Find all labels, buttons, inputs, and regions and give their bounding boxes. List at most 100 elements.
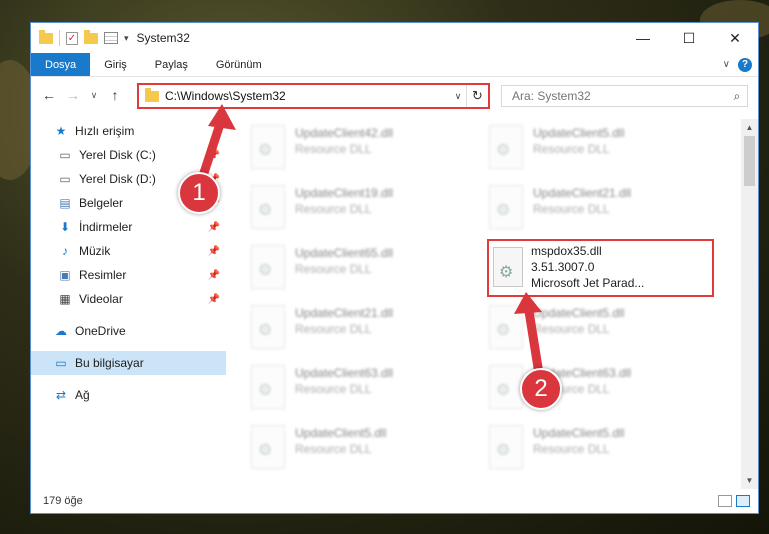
folder-icon xyxy=(39,29,53,44)
window-title: System32 xyxy=(136,31,190,45)
dll-file-icon: ⚙ xyxy=(489,125,523,169)
sidebar-item-quick-access[interactable]: ★ Hızlı erişim xyxy=(31,119,226,143)
vertical-scrollbar[interactable]: ▲ ▼ xyxy=(741,119,758,489)
file-description: Resource DLL xyxy=(295,442,372,456)
recent-locations-button[interactable]: ∨ xyxy=(87,90,101,101)
search-box[interactable]: ⌕ xyxy=(501,85,748,107)
details-view-icon[interactable] xyxy=(718,495,732,507)
dll-file-icon: ⚙ xyxy=(489,305,523,349)
tab-view[interactable]: Görünüm xyxy=(202,53,276,76)
file-description: Resource DLL xyxy=(295,322,372,336)
sidebar-item-label: İndirmeler xyxy=(79,220,133,234)
file-description: Resource DLL xyxy=(295,262,372,276)
address-dropdown-icon[interactable]: ∨ xyxy=(450,91,466,102)
pin-icon[interactable]: 📌 xyxy=(208,246,220,257)
file-name: UpdateClient5.dll xyxy=(295,426,387,440)
expand-ribbon-icon[interactable]: ∨ xyxy=(723,59,730,70)
file-version: 3.51.3007.0 xyxy=(531,260,595,274)
divider xyxy=(59,30,60,46)
file-name: UpdateClient5.dll xyxy=(533,126,625,140)
callout-badge-1: 1 xyxy=(178,172,220,214)
sidebar-item-videos[interactable]: ▦ Videolar 📌 xyxy=(31,287,226,311)
cloud-icon: ☁ xyxy=(55,324,67,338)
list-item[interactable]: ⚙ UpdateClient65.dll Resource DLL xyxy=(229,241,459,297)
file-description: Resource DLL xyxy=(533,202,610,216)
scroll-thumb[interactable] xyxy=(744,136,755,186)
item-count: 179 öğe xyxy=(43,495,83,507)
sidebar-item-label: Belgeler xyxy=(79,196,124,210)
sidebar-item-downloads[interactable]: ⬇ İndirmeler 📌 xyxy=(31,215,226,239)
tab-file[interactable]: Dosya xyxy=(31,53,91,76)
file-description: Resource DLL xyxy=(533,322,610,336)
dll-file-icon: ⚙ xyxy=(251,305,285,349)
list-item[interactable]: ⚙ UpdateClient42.dll Resource DLL xyxy=(229,121,459,177)
file-description: Resource DLL xyxy=(533,442,610,456)
list-item[interactable]: ⚙ UpdateClient63.dll Resource DLL xyxy=(229,361,459,417)
new-folder-icon[interactable] xyxy=(84,29,98,44)
title-bar: ✓ ▾ System32 — ☐ ✕ xyxy=(31,23,758,53)
tiles-view-icon[interactable] xyxy=(736,495,750,507)
properties-check-icon[interactable]: ✓ xyxy=(66,31,78,45)
back-button[interactable]: ← xyxy=(39,87,59,103)
ribbon-tabs: Dosya Giriş Paylaş Görünüm ∨ ? xyxy=(31,53,758,77)
list-item[interactable]: ⚙ UpdateClient5.dll Resource DLL xyxy=(467,121,697,177)
list-item[interactable]: ⚙ UpdateClient21.dll Resource DLL xyxy=(229,301,459,357)
list-item[interactable]: ⚙ UpdateClient63.dll Resource DLL xyxy=(467,361,697,417)
list-item[interactable]: ⚙ UpdateClient19.dll Resource DLL xyxy=(229,181,459,237)
address-bar[interactable]: C:\Windows\System32 ∨ ↻ xyxy=(137,83,490,109)
file-name: UpdateClient5.dll xyxy=(533,306,625,320)
address-path[interactable]: C:\Windows\System32 xyxy=(165,89,450,103)
file-description: Resource DLL xyxy=(295,382,372,396)
file-name: mspdox35.dll xyxy=(531,244,602,258)
list-item[interactable]: ⚙ UpdateClient5.dll Resource DLL xyxy=(229,421,459,477)
properties-icon[interactable] xyxy=(104,32,118,44)
dll-file-icon: ⚙ xyxy=(489,185,523,229)
minimize-button[interactable]: — xyxy=(620,23,666,53)
sidebar-item-label: Resimler xyxy=(79,268,127,282)
callout-badge-2: 2 xyxy=(520,368,562,410)
music-icon: ♪ xyxy=(62,244,68,258)
customize-dropdown-icon[interactable]: ▾ xyxy=(124,33,129,44)
folder-icon xyxy=(145,87,159,102)
pin-icon[interactable]: 📌 xyxy=(208,270,220,281)
refresh-icon[interactable]: ↻ xyxy=(466,85,488,107)
help-icon[interactable]: ? xyxy=(738,57,752,72)
file-description: Microsoft Jet Parad... xyxy=(531,276,645,290)
drive-icon: ▭ xyxy=(59,172,71,186)
close-button[interactable]: ✕ xyxy=(712,23,758,53)
sidebar-item-pictures[interactable]: ▣ Resimler 📌 xyxy=(31,263,226,287)
tab-home[interactable]: Giriş xyxy=(90,53,141,76)
file-name: UpdateClient5.dll xyxy=(533,426,625,440)
dll-file-icon: ⚙ xyxy=(251,365,285,409)
document-icon: ▤ xyxy=(59,196,71,210)
scroll-up-icon[interactable]: ▲ xyxy=(741,119,758,136)
pin-icon[interactable]: 📌 xyxy=(208,150,220,161)
file-description: Resource DLL xyxy=(533,142,610,156)
sidebar-item-music[interactable]: ♪ Müzik 📌 xyxy=(31,239,226,263)
file-name: UpdateClient42.dll xyxy=(295,126,394,140)
file-name: UpdateClient21.dll xyxy=(533,186,632,200)
search-icon[interactable]: ⌕ xyxy=(727,89,747,104)
sidebar-item-this-pc[interactable]: ▭ Bu bilgisayar xyxy=(31,351,226,375)
drive-icon: ▭ xyxy=(59,148,71,162)
file-name: UpdateClient19.dll xyxy=(295,186,394,200)
list-item[interactable]: ⚙ UpdateClient21.dll Resource DLL xyxy=(467,181,697,237)
star-icon: ★ xyxy=(55,124,67,138)
up-button[interactable]: ↑ xyxy=(105,87,125,103)
sidebar-item-network[interactable]: ⇄ Ağ xyxy=(31,383,226,407)
highlighted-file-item[interactable]: ⚙ mspdox35.dll 3.51.3007.0 Microsoft Jet… xyxy=(487,239,714,297)
search-input[interactable] xyxy=(512,89,727,103)
maximize-button[interactable]: ☐ xyxy=(666,23,712,53)
sidebar-item-onedrive[interactable]: ☁ OneDrive xyxy=(31,319,226,343)
list-item[interactable]: ⚙ UpdateClient5.dll Resource DLL xyxy=(467,301,697,357)
sidebar-item-local-disk-c[interactable]: ▭ Yerel Disk (C:) 📌 xyxy=(31,143,226,167)
file-name: UpdateClient65.dll xyxy=(295,246,394,260)
dll-file-icon: ⚙ xyxy=(251,245,285,289)
forward-button[interactable]: → xyxy=(63,87,83,103)
pin-icon[interactable]: 📌 xyxy=(208,222,220,233)
pin-icon[interactable]: 📌 xyxy=(208,294,220,305)
scroll-down-icon[interactable]: ▼ xyxy=(741,472,758,489)
sidebar-item-label: Bu bilgisayar xyxy=(75,356,144,370)
list-item[interactable]: ⚙ UpdateClient5.dll Resource DLL xyxy=(467,421,697,477)
tab-share[interactable]: Paylaş xyxy=(141,53,202,76)
